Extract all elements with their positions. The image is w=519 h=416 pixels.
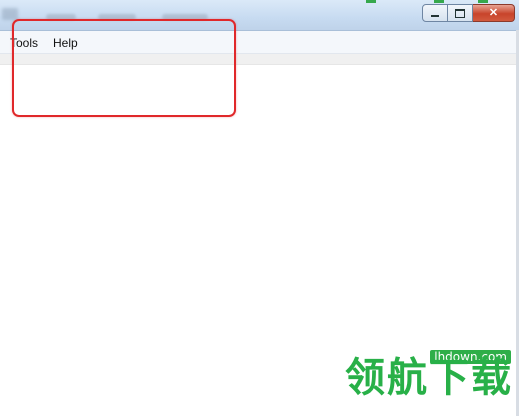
watermark-text: 领航下载 (345, 355, 513, 401)
green-mark (478, 0, 488, 3)
close-icon: ✕ (488, 6, 499, 19)
window-controls: ✕ (422, 4, 515, 22)
green-mark (434, 0, 444, 3)
app-icon (2, 8, 18, 20)
minimize-button[interactable] (422, 4, 448, 22)
watermark: lhdown.com 领航下载 (323, 350, 513, 410)
green-mark (366, 0, 376, 3)
minimize-icon (431, 15, 439, 17)
maximize-icon (455, 8, 465, 18)
maximize-button[interactable] (448, 4, 473, 22)
close-button[interactable]: ✕ (473, 4, 515, 22)
app-window: ✕ Tools Help lhdown.com 领航下载 (0, 0, 519, 416)
highlight-annotation (12, 19, 236, 117)
